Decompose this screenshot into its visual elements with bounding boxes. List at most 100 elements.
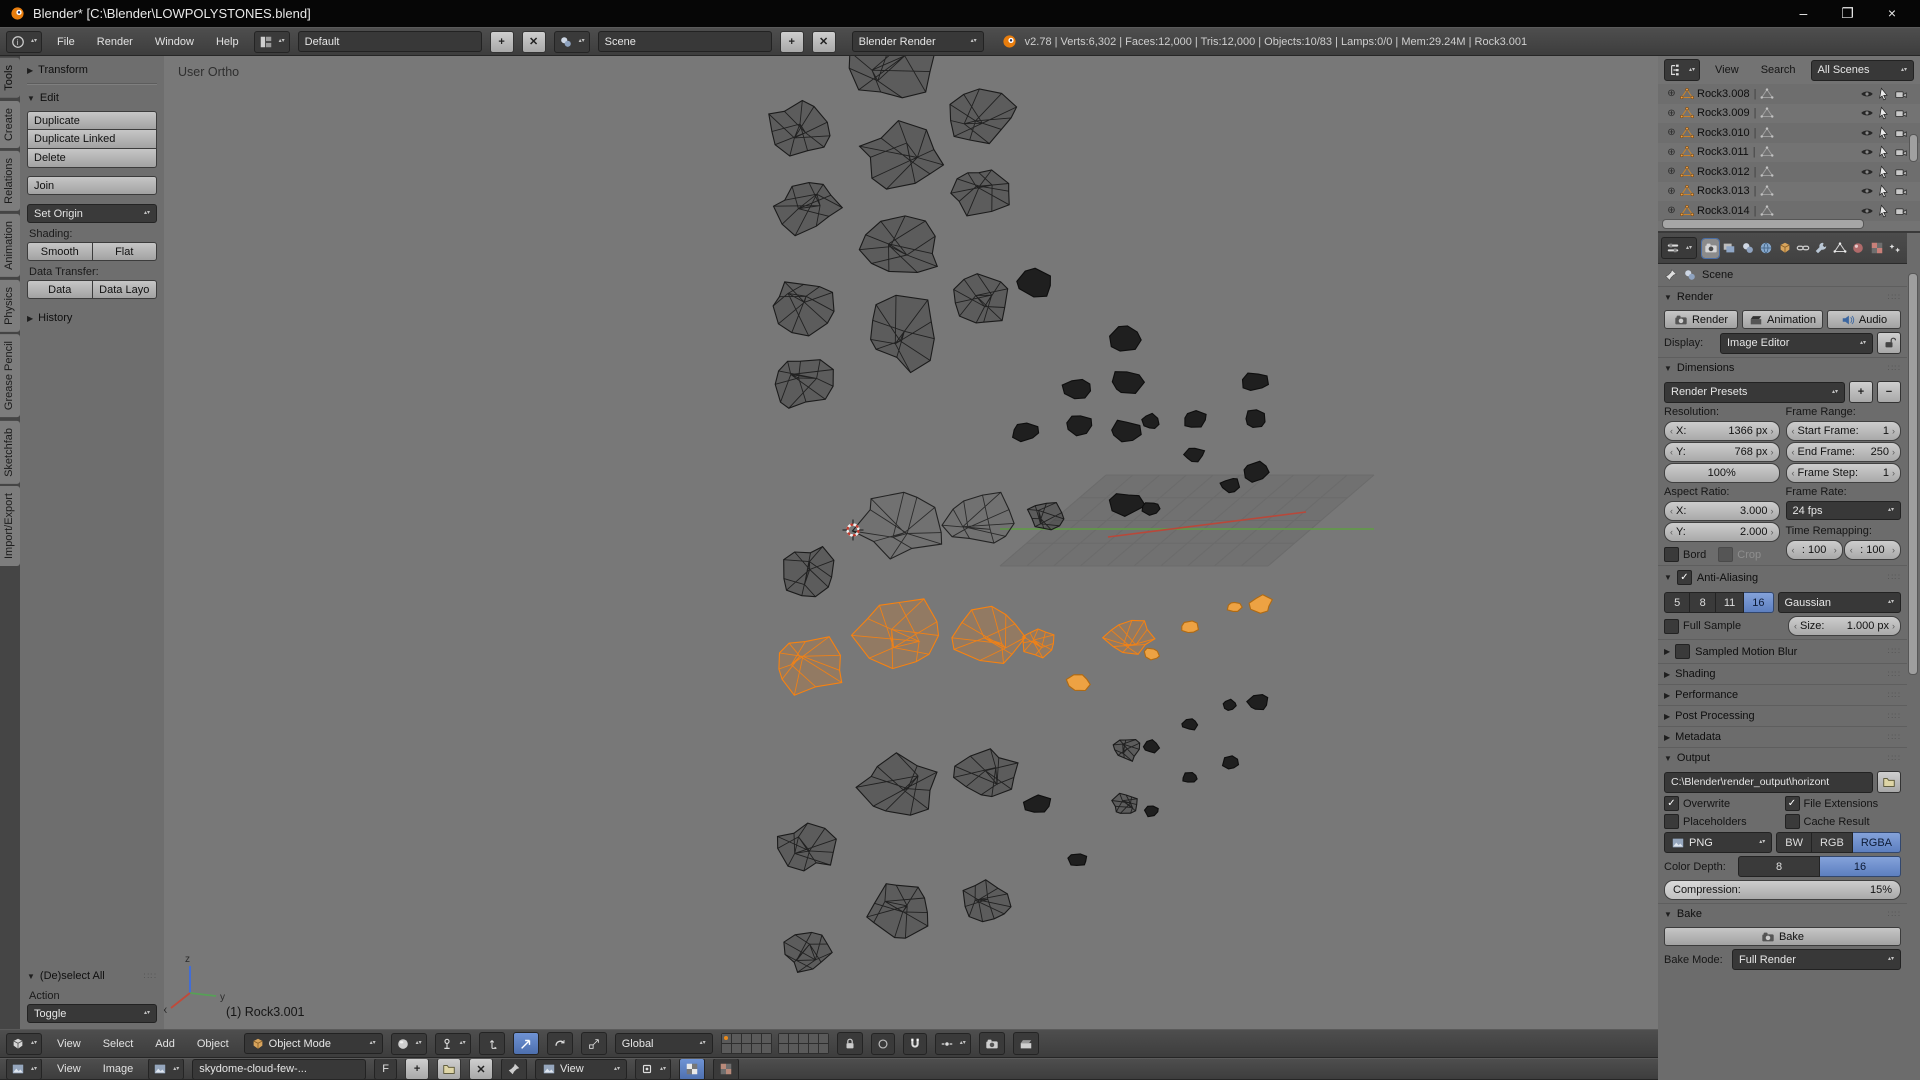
start-frame-field[interactable]: ‹ Start Frame: 1 › — [1785, 421, 1901, 441]
rock-object[interactable] — [774, 359, 834, 409]
lock-interface-button[interactable] — [1877, 332, 1901, 354]
pivot-point-select[interactable]: ▴▾ — [434, 1032, 471, 1055]
outliner-item[interactable]: ⊕ Rock3.010 | — [1658, 123, 1920, 143]
rock-object[interactable] — [1246, 694, 1269, 711]
panel-render-header[interactable]: ▼ Render ∷∷ — [1658, 286, 1907, 307]
screen-layout-select[interactable]: Default — [297, 31, 482, 52]
outliner-item[interactable]: ⊕ Rock3.011 | — [1658, 143, 1920, 163]
layer-cell[interactable] — [808, 1034, 818, 1043]
layer-cell[interactable] — [818, 1034, 828, 1043]
alpha-only-toggle-button[interactable] — [713, 1059, 740, 1079]
camera-restrict-icon[interactable] — [1894, 106, 1908, 120]
set-origin-menu[interactable]: Set Origin ▴▾ — [27, 204, 157, 223]
remap-old-field[interactable]: ‹: 100 › — [1785, 540, 1843, 560]
rock-object[interactable] — [1181, 718, 1199, 731]
tab-texture[interactable] — [1868, 239, 1885, 258]
expand-icon[interactable]: ⊕ — [1666, 166, 1677, 177]
rock-object[interactable] — [1182, 772, 1198, 783]
outliner-item[interactable]: ⊕ Rock3.012 | — [1658, 162, 1920, 182]
rock-object[interactable] — [1245, 409, 1266, 428]
resolution-y-field[interactable]: ‹ Y: 768 px › — [1664, 442, 1780, 462]
rock-object[interactable] — [1022, 794, 1052, 813]
display-channels-select[interactable]: ▴▾ — [635, 1059, 672, 1079]
rotate-manipulator-button[interactable] — [546, 1032, 573, 1055]
panel-deselect-header[interactable]: ▼ (De)select All ∷∷ — [27, 967, 157, 985]
aspect-y-field[interactable]: ‹ Y: 2.000 › — [1664, 522, 1780, 542]
rgb-button[interactable]: RGB — [1811, 832, 1853, 853]
frame-step-field[interactable]: ‹ Frame Step: 1 › — [1785, 463, 1901, 483]
cursor-icon[interactable] — [1877, 204, 1891, 218]
panel-transform-header[interactable]: ▶ Transform — [27, 61, 157, 79]
opengl-render-animation-button[interactable] — [1012, 1032, 1039, 1055]
rock-object[interactable] — [1181, 620, 1200, 634]
rock-object[interactable] — [1111, 792, 1138, 814]
cursor-icon[interactable] — [1877, 184, 1891, 198]
cursor-icon[interactable] — [1877, 126, 1891, 140]
rock-object[interactable] — [1112, 739, 1141, 763]
menu-window[interactable]: Window — [148, 36, 201, 48]
duplicate-button[interactable]: Duplicate — [27, 111, 157, 130]
rock-object[interactable] — [772, 281, 835, 337]
tab-world[interactable] — [1757, 239, 1774, 258]
layer-cell[interactable] — [788, 1044, 798, 1053]
layer-cell[interactable] — [731, 1034, 741, 1043]
rock-object[interactable] — [1226, 601, 1243, 612]
delete-scene-button[interactable]: ✕ — [811, 30, 836, 53]
rock-object[interactable] — [858, 215, 939, 273]
rock-object[interactable] — [1248, 594, 1274, 614]
eye-icon[interactable] — [1860, 145, 1874, 159]
shelf-tab-sketchfab[interactable]: Sketchfab — [0, 420, 20, 484]
full-sample-checkbox[interactable] — [1664, 618, 1679, 634]
cursor-icon[interactable] — [1877, 165, 1891, 179]
panel-bake-header[interactable]: ▼ Bake ∷∷ — [1658, 903, 1907, 924]
pin-button[interactable] — [501, 1059, 528, 1079]
eye-icon[interactable] — [1860, 126, 1874, 140]
mode-select[interactable]: Object Mode ▴▾ — [243, 1033, 383, 1054]
tab-modifiers[interactable] — [1813, 239, 1830, 258]
outliner-item[interactable]: ⊕ Rock3.008 | — [1658, 84, 1920, 104]
editor-type-outliner-button[interactable]: ▴▾ — [1664, 59, 1701, 81]
layer-cell[interactable] — [741, 1034, 751, 1043]
alpha-toggle-button[interactable] — [679, 1059, 706, 1079]
layer-cell[interactable] — [721, 1044, 731, 1053]
tab-scene[interactable] — [1739, 239, 1756, 258]
rock-object[interactable] — [1222, 698, 1237, 711]
cursor-icon[interactable] — [1877, 106, 1891, 120]
layer-cell[interactable] — [798, 1044, 808, 1053]
panel-grip[interactable]: ∷∷ — [1888, 646, 1901, 657]
rock-object[interactable] — [848, 56, 935, 99]
lock-to-scene-button[interactable] — [836, 1032, 863, 1055]
layer-cell[interactable] — [818, 1044, 828, 1053]
delete-layout-button[interactable]: ✕ — [521, 30, 546, 53]
shelf-tab-physics[interactable]: Physics — [0, 279, 20, 332]
tab-render-layers[interactable] — [1720, 239, 1737, 258]
outliner-item[interactable]: ⊕ Rock3.009 | — [1658, 104, 1920, 124]
expand-icon[interactable]: ⊕ — [1666, 108, 1677, 119]
aspect-x-field[interactable]: ‹ X: 3.000 › — [1664, 501, 1780, 521]
remove-preset-button[interactable]: − — [1877, 381, 1901, 403]
depth-8-button[interactable]: 8 — [1738, 856, 1820, 877]
rock-object[interactable] — [851, 491, 943, 560]
panel-grip[interactable]: ∷∷ — [1888, 690, 1901, 701]
rock-object[interactable] — [962, 879, 1012, 923]
panel-grip[interactable]: ∷∷ — [1888, 669, 1901, 680]
fake-user-button[interactable]: F — [374, 1059, 398, 1079]
rock-object[interactable] — [1022, 628, 1055, 659]
snap-select[interactable] — [902, 1032, 927, 1055]
file-format-select[interactable]: PNG ▴▾ — [1664, 832, 1773, 853]
image-name-field[interactable]: skydome-cloud-few-... — [192, 1059, 367, 1079]
panel-edit-header[interactable]: ▼ Edit — [27, 89, 157, 107]
panel-grip[interactable]: ∷∷ — [1888, 711, 1901, 722]
layer-cell[interactable] — [741, 1044, 751, 1053]
tab-material[interactable] — [1850, 239, 1867, 258]
expand-icon[interactable]: ⊕ — [1666, 127, 1677, 138]
camera-restrict-icon[interactable] — [1894, 204, 1908, 218]
data-transfer-data-button[interactable]: Data — [27, 280, 93, 299]
rock-object[interactable] — [1067, 853, 1088, 866]
camera-restrict-icon[interactable] — [1894, 165, 1908, 179]
tab-render[interactable] — [1701, 237, 1721, 259]
new-image-button[interactable]: + — [405, 1059, 430, 1079]
rock-object[interactable] — [1143, 647, 1161, 661]
opengl-render-button[interactable] — [978, 1032, 1005, 1055]
camera-restrict-icon[interactable] — [1894, 126, 1908, 140]
